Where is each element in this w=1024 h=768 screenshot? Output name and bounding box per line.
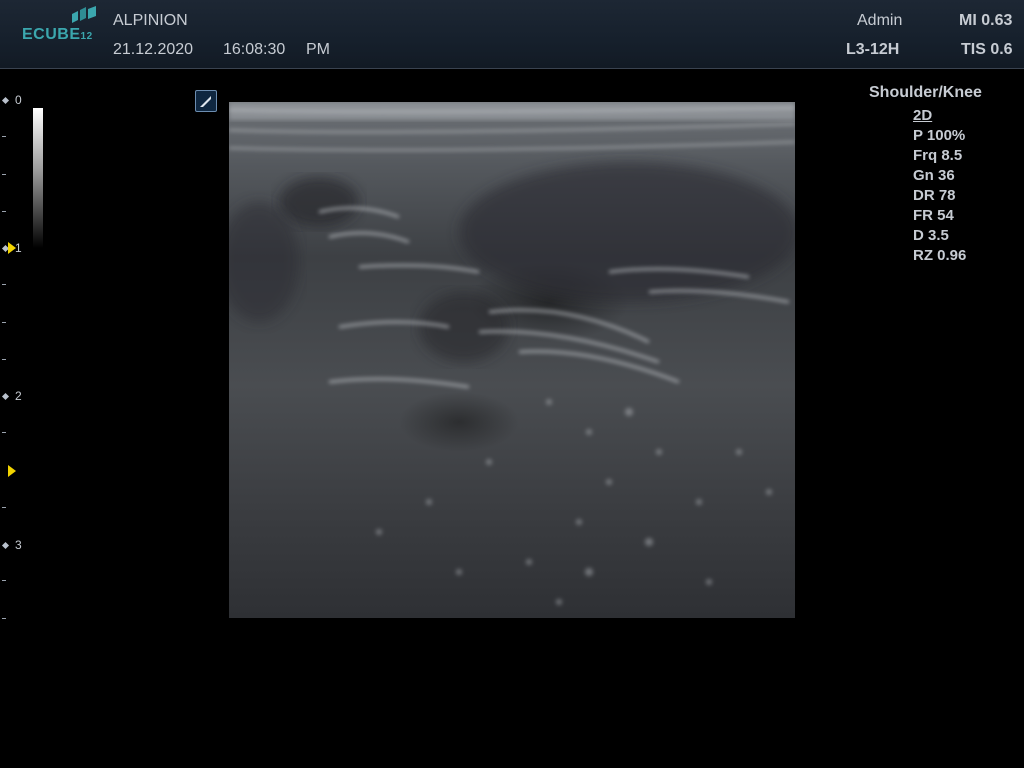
depth-tick	[2, 618, 6, 619]
depth-label-0: 0	[15, 93, 22, 107]
logo-text: ECUBE12	[22, 26, 93, 43]
thermal-index: TIS 0.6	[961, 41, 1013, 58]
probe-name: L3-12H	[846, 41, 900, 58]
depth-tick	[2, 432, 6, 433]
param-frame-rate: FR 54	[913, 207, 954, 224]
ultrasound-image[interactable]	[229, 102, 795, 618]
depth-marker	[1, 96, 10, 105]
grayscale-bar	[33, 108, 43, 248]
param-mode[interactable]: 2D	[913, 106, 966, 126]
depth-label-3: 3	[15, 538, 22, 552]
depth-tick	[2, 507, 6, 508]
depth-label-1: 1	[15, 241, 22, 255]
mechanical-index: MI 0.63	[959, 12, 1013, 29]
exam-time: 16:08:30	[223, 41, 286, 58]
depth-scale: 0 1 2 3	[0, 88, 60, 648]
depth-tick	[2, 136, 6, 137]
exam-preset: Shoulder/Knee	[869, 84, 982, 101]
manufacturer-name: ALPINION	[113, 12, 188, 29]
param-dynamic-range: DR 78	[913, 187, 956, 204]
exam-date: 21.12.2020	[113, 41, 194, 58]
depth-label-2: 2	[15, 389, 22, 403]
param-depth: D 3.5	[913, 227, 949, 244]
depth-marker	[1, 541, 10, 550]
depth-tick	[2, 211, 6, 212]
depth-tick	[2, 359, 6, 360]
param-zoom: RZ 0.96	[913, 247, 967, 264]
probe-orientation-icon[interactable]	[195, 90, 217, 112]
depth-tick	[2, 284, 6, 285]
param-frequency: Frq 8.5	[913, 147, 963, 164]
ecube-logo: ECUBE12	[22, 6, 104, 46]
focus-marker-icon[interactable]	[8, 465, 16, 477]
orientation-glyph-icon	[200, 96, 211, 107]
user-name: Admin	[857, 12, 903, 29]
ecube-logo-icon	[72, 6, 96, 23]
depth-tick	[2, 174, 6, 175]
exam-ampm: PM	[306, 41, 330, 58]
header-bar: ECUBE12 ALPINION 21.12.2020 16:08:30 PM …	[0, 0, 1024, 69]
depth-tick	[2, 580, 6, 581]
echo-texture	[229, 102, 795, 605]
imaging-parameters: 2D P 100% Frq 8.5 Gn 36 DR 78 FR 54 D 3.…	[913, 106, 966, 266]
depth-marker	[1, 392, 10, 401]
param-gain: Gn 36	[913, 167, 955, 184]
param-power: P 100%	[913, 127, 966, 144]
ultrasound-screen: ECUBE12 ALPINION 21.12.2020 16:08:30 PM …	[0, 0, 1024, 768]
depth-tick	[2, 322, 6, 323]
